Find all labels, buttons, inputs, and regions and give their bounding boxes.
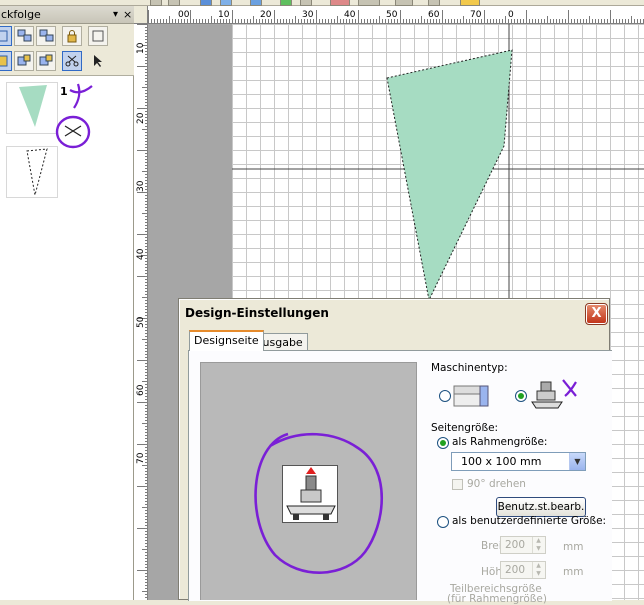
ruler-top-label: 00 <box>178 10 190 20</box>
panel-close-icon[interactable]: × <box>123 8 132 21</box>
width-value: 200 <box>505 539 526 551</box>
sequence-thumbnail-outline[interactable] <box>6 146 58 198</box>
tab-design-page[interactable]: Designseite <box>189 330 264 351</box>
cursor-icon[interactable] <box>88 51 108 71</box>
thumbnail-number: 1 <box>60 85 68 98</box>
embroidery-machine-icon <box>282 465 338 523</box>
ruler-top-label: 10 <box>218 10 230 20</box>
rotate-checkbox[interactable] <box>452 479 463 490</box>
panel-tool-button[interactable] <box>36 26 56 46</box>
ruler-left-label: 70 <box>136 452 146 464</box>
machine-type-radio-embroidery[interactable] <box>515 390 527 402</box>
ruler-corner <box>134 6 148 24</box>
ruler-left-label: 20 <box>136 112 146 124</box>
vertical-ruler: 10 20 30 40 50 60 70 <box>134 24 148 600</box>
sewing-machine-icon <box>453 385 489 407</box>
dialog-title: Design-Einstellungen <box>185 306 329 320</box>
height-unit: mm <box>563 566 584 578</box>
frame-size-label: als Rahmengröße: <box>452 436 548 448</box>
green-shape <box>386 49 513 302</box>
ruler-left-label: 30 <box>136 180 146 192</box>
width-spinner-arrows[interactable]: ▲ ▼ <box>532 537 544 553</box>
sequence-thumbnail-shape[interactable] <box>6 82 58 134</box>
panel-toolbar <box>0 24 134 76</box>
width-unit: mm <box>563 541 584 553</box>
ruler-top-label: 60 <box>428 10 440 20</box>
custom-size-radio[interactable] <box>437 516 449 528</box>
ruler-top-label: 30 <box>302 10 314 20</box>
height-value: 200 <box>505 564 526 576</box>
scissors-icon[interactable] <box>62 51 82 71</box>
ruler-top-label: 50 <box>386 10 398 20</box>
horizontal-ruler: 00 10 20 30 40 50 60 70 0 <box>148 6 644 24</box>
machine-type-radio-sewing[interactable] <box>439 390 451 402</box>
lock-icon[interactable] <box>62 26 82 46</box>
ruler-left-label: 40 <box>136 248 146 260</box>
dialog-close-button[interactable]: X <box>585 303 608 325</box>
ruler-top-label: 70 <box>470 10 482 20</box>
chevron-down-icon[interactable]: ▼ <box>569 453 585 470</box>
edit-user-size-button[interactable]: Benutz.st.bearb. <box>496 497 586 517</box>
panel-tool-button[interactable] <box>36 51 56 71</box>
panel-title: ckfolge <box>1 8 41 21</box>
panel-tool-button[interactable] <box>14 51 34 71</box>
machine-type-label: Maschinentyp: <box>431 362 508 374</box>
ruler-top-label: 40 <box>344 10 356 20</box>
partial-size-sublabel: (für Rahmengröße) <box>447 593 547 605</box>
panel-tool-button[interactable] <box>0 26 12 46</box>
panel-tool-button[interactable] <box>88 26 108 46</box>
ruler-left-label: 60 <box>136 384 146 396</box>
ruler-left-label: 50 <box>136 316 146 328</box>
panel-tool-button[interactable] <box>0 51 12 71</box>
height-spinner-arrows[interactable]: ▲ ▼ <box>532 562 544 578</box>
panel-tool-button[interactable] <box>14 26 34 46</box>
custom-size-label: als benutzerdefinierte Größe: <box>452 515 607 527</box>
ruler-top-label: 20 <box>260 10 272 20</box>
frame-size-radio[interactable] <box>437 437 449 449</box>
rotate-label: 90° drehen <box>467 478 526 490</box>
ruler-top-label: 0 <box>508 10 514 20</box>
page-size-label: Seitengröße: <box>431 422 499 434</box>
frame-size-value: 100 x 100 mm <box>461 455 542 468</box>
panel-pin-icon[interactable]: ▾ <box>113 9 118 20</box>
ruler-left-label: 10 <box>136 42 146 54</box>
panel-title-bar: ckfolge ▾ × <box>0 6 134 24</box>
embroidery-machine-small-icon <box>531 381 563 409</box>
